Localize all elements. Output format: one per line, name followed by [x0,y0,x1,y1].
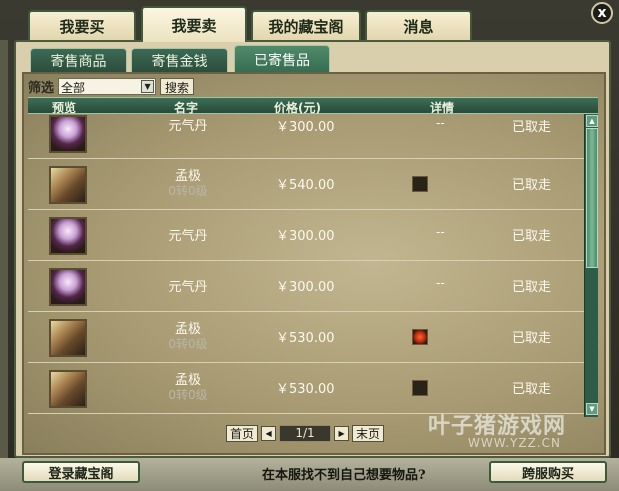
item-detail: -- [436,225,445,239]
watermark-logo: 叶子猪游戏网 WWW.YZZ.CN [428,408,566,450]
filter-value: 全部 [61,80,86,95]
tab-messages[interactable]: 消息 [365,10,472,40]
item-detail: -- [436,116,445,130]
item-level: 0转0级 [168,388,208,402]
detail-icon[interactable] [412,329,428,345]
login-treasure-button[interactable]: 登录藏宝阁 [22,461,140,483]
item-status: 已取走 [512,178,552,193]
item-status: 已取走 [512,120,552,135]
left-frame-strip [0,40,8,458]
item-status: 已取走 [512,331,552,346]
item-price: ￥300.00 [276,280,335,295]
scroll-thumb[interactable] [586,128,598,268]
detail-icon[interactable] [412,176,428,192]
item-list: 元气丹 ￥300.00 -- 已取走 孟极 0转0级 ￥540.00 已取走 元… [28,114,584,417]
subtab-consign-money[interactable]: 寄售金钱 [131,48,228,74]
tab-buy[interactable]: 我要买 [28,10,136,40]
item-status: 已取走 [512,382,552,397]
scrollbar[interactable]: ▲ ▼ [584,114,598,417]
table-row[interactable]: 元气丹 ￥300.00 -- 已取走 [28,261,584,312]
item-price: ￥300.00 [276,229,335,244]
orb-item-icon [49,268,87,306]
dragon-pet-icon [49,319,87,357]
table-row[interactable]: 元气丹 ￥300.00 -- 已取走 [28,114,584,159]
watermark-url: WWW.YZZ.CN [468,436,561,450]
tab-my-treasure[interactable]: 我的藏宝阁 [251,10,361,40]
item-level: 0转0级 [168,184,208,198]
prev-page-icon[interactable]: ◀ [261,426,277,441]
item-name: 元气丹 [168,280,208,295]
scroll-up-icon[interactable]: ▲ [586,115,598,127]
table-row[interactable]: 孟极 0转0级 ￥540.00 已取走 [28,159,584,210]
last-page-button[interactable]: 末页 [352,425,385,442]
subtab-consigned-items[interactable]: 已寄售品 [234,45,330,75]
item-detail: -- [436,276,445,290]
table-row[interactable]: 孟极 0转0级 ￥530.00 已取走 [28,312,584,363]
item-price: ￥300.00 [276,120,335,135]
first-page-button[interactable]: 首页 [226,425,259,442]
item-name: 元气丹 [168,119,208,134]
item-price: ￥540.00 [276,178,335,193]
pagination: 首页 ◀ 1/1 ▶ 末页 [226,425,385,442]
page-indicator: 1/1 [279,425,332,442]
item-price: ￥530.00 [276,331,335,346]
item-status: 已取走 [512,280,552,295]
next-page-icon[interactable]: ▶ [334,426,350,441]
trade-window: x 我要买 我要卖 我的藏宝阁 消息 寄售商品 寄售金钱 已寄售品 筛选 全部 … [0,0,619,491]
filter-bar: 筛选 全部 ▼ 搜索 [28,77,195,96]
cross-server-buy-button[interactable]: 跨服购买 [489,461,607,483]
table-header: 预览 名字 价格(元) 详情 [28,97,598,115]
item-level: 0转0级 [168,337,208,351]
scroll-down-icon[interactable]: ▼ [586,403,598,415]
chevron-down-icon[interactable]: ▼ [141,79,155,93]
item-status: 已取走 [512,229,552,244]
detail-icon[interactable] [412,380,428,396]
search-button[interactable]: 搜索 [160,77,195,95]
cross-server-prompt: 在本服找不到自己想要物品? [262,468,426,483]
filter-dropdown[interactable]: 全部 ▼ [58,77,157,95]
item-price: ￥530.00 [276,382,335,397]
dragon-pet-icon [49,166,87,204]
close-icon[interactable]: x [591,2,613,24]
orb-item-icon [49,217,87,255]
dragon-pet-icon [49,370,87,408]
tab-sell[interactable]: 我要卖 [141,6,247,42]
orb-item-icon [49,115,87,153]
subtab-consign-goods[interactable]: 寄售商品 [30,48,127,74]
item-name: 元气丹 [168,229,208,244]
table-row[interactable]: 孟极 0转0级 ￥530.00 已取走 [28,363,584,414]
filter-label: 筛选 [28,80,55,96]
table-row[interactable]: 元气丹 ￥300.00 -- 已取走 [28,210,584,261]
